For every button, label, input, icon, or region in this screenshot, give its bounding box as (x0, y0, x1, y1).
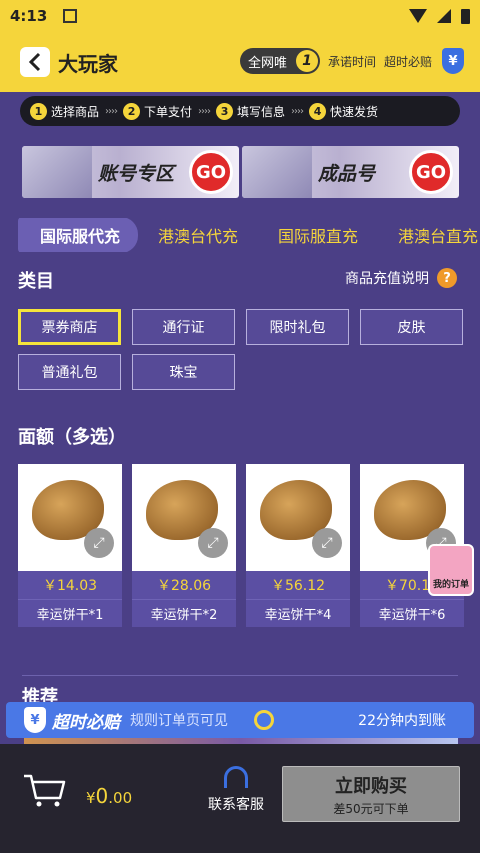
card-name: 幸运饼干*4 (246, 599, 350, 627)
step-label: 快速发货 (330, 104, 379, 119)
compensation-title: 超时必赔 (52, 712, 120, 733)
alarm-clock-icon (254, 710, 274, 730)
amount-decimal: .00 (108, 789, 133, 807)
status-time: 4:13 (10, 7, 48, 25)
expand-icon[interactable]: ⤢ (312, 528, 342, 558)
question-icon: ? (437, 268, 457, 288)
step-3: 3 填写信息 (216, 102, 286, 120)
step-arrows: ›››› (198, 105, 211, 117)
expand-icon[interactable]: ⤢ (84, 528, 114, 558)
card-name: 幸运饼干*1 (18, 599, 122, 627)
card-name: 幸运饼干*2 (132, 599, 236, 627)
buy-sublabel: 差50元可下单 (333, 801, 409, 816)
category-ticket-shop[interactable]: 票券商店 (18, 309, 121, 345)
tab-intl-proxy[interactable]: 国际服代充 (18, 218, 139, 252)
delivery-eta: 22分钟内到账 (358, 713, 446, 729)
category-skin[interactable]: 皮肤 (360, 309, 463, 345)
bottom-bar: ¥0.00 联系客服 立即购买 差50元可下单 (0, 744, 480, 853)
cart-icon[interactable] (22, 772, 66, 808)
step-number: 4 (309, 102, 327, 120)
header: 大玩家 全网唯 1 承诺时间 超时必赔 ¥ (0, 32, 480, 92)
banner-art (242, 146, 312, 198)
category-limited-pack[interactable]: 限时礼包 (246, 309, 349, 345)
recharge-help-link[interactable]: 商品充值说明 ? (345, 268, 457, 288)
banner-label: 账号专区 (98, 163, 175, 185)
category-title: 类目 (18, 271, 54, 292)
denomination-card[interactable]: ⤢ ￥14.03 幸运饼干*1 (18, 464, 122, 627)
step-number: 2 (123, 102, 141, 120)
step-4: 4 快速发货 (309, 102, 379, 120)
shield-yuan-icon: ¥ (24, 707, 46, 733)
step-label: 下单支付 (144, 104, 193, 119)
my-order-button[interactable]: 我的订单 (428, 544, 474, 596)
category-jewel[interactable]: 珠宝 (132, 354, 235, 390)
service-label: 联系客服 (208, 797, 264, 813)
status-bar: 4:13 (0, 0, 480, 32)
banner-label: 成品号 (318, 163, 376, 185)
overtime-pay-label[interactable]: 超时必赔 (384, 53, 432, 70)
battery-icon (461, 8, 470, 24)
exclusive-chip-label: 全网唯 (248, 55, 288, 71)
signal-icon (437, 9, 451, 23)
card-price: ￥14.03 (18, 571, 122, 599)
card-price: ￥56.12 (246, 571, 350, 599)
promise-time-label[interactable]: 承诺时间 (328, 53, 376, 70)
tab-hkmo-direct[interactable]: 港澳台直充 (398, 223, 478, 247)
product-image: ⤢ (246, 464, 350, 571)
region-tabs: 国际服代充 港澳台代充 国际服直充 港澳台直充 (18, 218, 480, 252)
compensation-banner[interactable]: ¥ 超时必赔 规则订单页可见 22分钟内到账 (6, 702, 474, 738)
compensation-subtitle: 规则订单页可见 (130, 713, 228, 729)
back-button[interactable] (20, 47, 50, 77)
divider (22, 675, 458, 676)
banner-art (22, 146, 92, 198)
finished-account-banner[interactable]: 成品号 GO (242, 146, 459, 198)
notification-icon (63, 9, 78, 23)
category-normal-pack[interactable]: 普通礼包 (18, 354, 121, 390)
step-arrows: ›››› (105, 105, 118, 117)
exclusive-chip-number: 1 (296, 50, 318, 72)
app-title: 大玩家 (58, 51, 118, 76)
product-image: ⤢ (18, 464, 122, 571)
step-2: 2 下单支付 (123, 102, 193, 120)
step-label: 选择商品 (51, 104, 100, 119)
account-zone-banner[interactable]: 账号专区 GO (22, 146, 239, 198)
step-label: 填写信息 (237, 104, 286, 119)
card-price: ￥28.06 (132, 571, 236, 599)
wifi-icon (409, 9, 427, 23)
card-name: 幸运饼干*6 (360, 599, 464, 627)
step-1: 1 选择商品 (30, 102, 100, 120)
denomination-card[interactable]: ⤢ ￥28.06 幸运饼干*2 (132, 464, 236, 627)
help-label: 商品充值说明 (345, 271, 429, 287)
chevron-left-icon (28, 52, 41, 72)
expand-icon[interactable]: ⤢ (198, 528, 228, 558)
buy-now-button[interactable]: 立即购买 差50元可下单 (282, 766, 460, 822)
shield-yuan-icon[interactable]: ¥ (442, 48, 464, 74)
total-amount: ¥0.00 (86, 784, 132, 808)
exclusive-chip: 全网唯 1 (240, 48, 320, 74)
category-pass[interactable]: 通行证 (132, 309, 235, 345)
go-button[interactable]: GO (409, 150, 453, 194)
product-image: ⤢ (132, 464, 236, 571)
order-steps: 1 选择商品 ›››› 2 下单支付 ›››› 3 填写信息 ›››› 4 快速发货 (20, 96, 460, 126)
currency-symbol: ¥ (86, 789, 96, 807)
tab-hkmo-proxy[interactable]: 港澳台代充 (158, 223, 238, 247)
step-number: 1 (30, 102, 47, 120)
buy-label: 立即购买 (335, 775, 407, 797)
denomination-title: 面额（多选） (18, 427, 126, 448)
go-button[interactable]: GO (189, 150, 233, 194)
headset-icon (224, 766, 248, 788)
customer-service-button[interactable]: 联系客服 (204, 766, 268, 814)
tab-intl-direct[interactable]: 国际服直充 (278, 223, 358, 247)
amount-integer: 0 (95, 784, 109, 808)
step-number: 3 (216, 102, 234, 120)
step-arrows: ›››› (291, 105, 304, 117)
denomination-card[interactable]: ⤢ ￥56.12 幸运饼干*4 (246, 464, 350, 627)
